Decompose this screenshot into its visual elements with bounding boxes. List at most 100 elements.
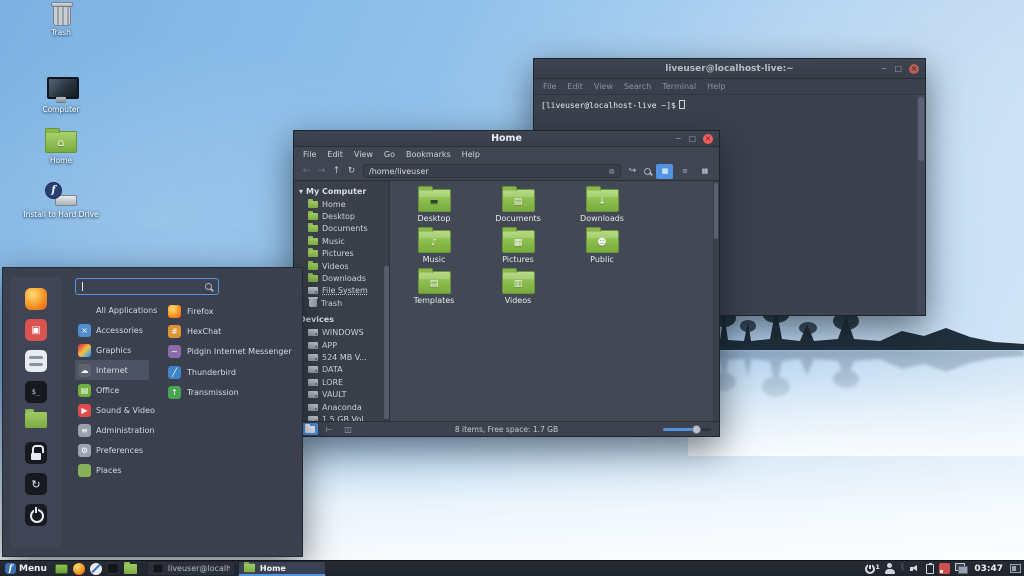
file-view-scrollbar[interactable] [713, 181, 719, 421]
close-button[interactable]: × [703, 133, 713, 144]
launcher-icon[interactable] [123, 561, 137, 574]
menu-item[interactable]: View [594, 82, 613, 91]
favorite-icon[interactable] [25, 409, 47, 428]
taskbar-task[interactable]: Home [237, 561, 326, 576]
launcher-icon[interactable] [54, 563, 68, 574]
side-pane-mode-button[interactable] [302, 423, 318, 435]
category-item[interactable]: × Accessories [75, 320, 149, 340]
menu-search-input[interactable] [75, 278, 219, 295]
terminal-scrollbar[interactable] [917, 95, 925, 315]
sidebar-place-item[interactable]: Downloads [299, 272, 389, 284]
folder-item[interactable]: ☻ Public [560, 227, 644, 271]
sidebar-place-item[interactable]: Music [299, 235, 389, 247]
tray-icon[interactable] [884, 563, 895, 574]
tray-icon[interactable] [939, 563, 951, 574]
close-button[interactable]: × [909, 63, 919, 74]
application-item[interactable]: Firefox [168, 301, 300, 321]
file-manager-titlebar[interactable]: Home − □ × [294, 131, 719, 147]
desktop-icon[interactable]: f Install to Hard Drive [19, 182, 103, 219]
sidebar-device-item[interactable]: Anaconda [299, 401, 389, 413]
menu-item[interactable]: File [303, 150, 316, 159]
sidebar-place-item[interactable]: File System [299, 285, 389, 297]
view-toggle-button[interactable]: ▦ [656, 163, 673, 179]
category-item[interactable]: ≡ Administration [75, 420, 155, 440]
menu-item[interactable]: Help [707, 82, 725, 91]
terminal-titlebar[interactable]: liveuser@localhost-live:~ − □ × [534, 59, 925, 79]
tray-icon[interactable]: ᛒ [900, 563, 905, 574]
tray-icon[interactable] [926, 562, 935, 574]
launcher-icon[interactable] [89, 562, 102, 575]
folder-item[interactable]: ♪ Music [392, 227, 476, 271]
folder-item[interactable]: ▤ Documents [476, 186, 560, 230]
sidebar-device-item[interactable]: LORE [299, 376, 389, 388]
nav-button[interactable]: ↻ [345, 166, 358, 176]
menu-item[interactable]: File [543, 82, 556, 91]
maximize-button[interactable]: □ [688, 134, 696, 143]
application-item[interactable]: ~ Pidgin Internet Messenger [168, 342, 300, 362]
tray-icon[interactable] [910, 563, 921, 574]
application-item[interactable]: ╱ Thunderbird [168, 362, 300, 382]
folder-item[interactable]: ▬ Desktop [392, 186, 476, 230]
application-item[interactable]: ↑ Transmission [168, 382, 300, 402]
maximize-button[interactable]: □ [894, 64, 902, 73]
favorite-icon[interactable] [25, 288, 47, 310]
favorite-icon[interactable]: ↻ [25, 473, 47, 495]
favorite-icon[interactable]: $_ [25, 381, 47, 403]
menu-button[interactable]: f Menu [3, 562, 49, 576]
favorite-icon[interactable] [25, 350, 47, 372]
category-item[interactable]: ☁ Internet [75, 360, 149, 380]
sidebar-place-item[interactable]: Documents [299, 223, 389, 235]
pager-icon[interactable] [1010, 564, 1021, 573]
side-pane-mode-button[interactable]: ◫ [340, 423, 356, 435]
path-bar[interactable]: /home/liveuser ⊗ [363, 164, 621, 178]
menu-item[interactable]: Go [384, 150, 395, 159]
folder-item[interactable]: ↓ Downloads [560, 186, 644, 230]
file-view[interactable]: ▬ Desktop ▤ Documents ↓ Downloads ♪ Musi… [390, 181, 719, 421]
folder-item[interactable]: ▦ Pictures [476, 227, 560, 271]
minimize-button[interactable]: − [881, 64, 888, 73]
sidebar-device-item[interactable]: 1.5 GB Vol... [299, 413, 389, 421]
sidebar-device-item[interactable]: VAULT [299, 388, 389, 400]
new-tab-icon[interactable]: ↪ [626, 166, 639, 176]
zoom-slider-thumb[interactable] [692, 424, 701, 434]
sidebar-place-item[interactable]: Pictures [299, 248, 389, 260]
expander-icon[interactable]: ▾ [299, 187, 303, 196]
tray-icon[interactable] [955, 563, 969, 574]
sidebar-scrollbar[interactable] [384, 266, 389, 419]
desktop-icon[interactable]: ⌂ Home [19, 128, 103, 165]
favorite-icon[interactable] [25, 442, 47, 464]
sidebar-root[interactable]: ▾ My Computer [299, 185, 389, 198]
menu-item[interactable]: Search [624, 82, 651, 91]
sidebar-device-item[interactable]: APP [299, 339, 389, 351]
category-item[interactable]: Graphics [75, 340, 149, 360]
minimize-button[interactable]: − [675, 134, 682, 143]
menu-item[interactable]: Bookmarks [406, 150, 451, 159]
menu-item[interactable]: Terminal [662, 82, 696, 91]
sidebar-device-item[interactable]: DATA [299, 364, 389, 376]
taskbar-task[interactable]: liveuser@localh... [146, 561, 235, 576]
sidebar-place-item[interactable]: Desktop [299, 210, 389, 222]
category-item[interactable]: ⚙ Preferences [75, 440, 149, 460]
sidebar-place-item[interactable]: Home [299, 198, 389, 210]
category-item[interactable]: All Applications [75, 300, 157, 320]
menu-item[interactable]: View [354, 150, 373, 159]
nav-button[interactable]: ← [300, 166, 313, 176]
category-item[interactable]: Places [75, 460, 149, 480]
search-icon[interactable] [644, 167, 651, 175]
desktop-icon[interactable]: Computer [19, 77, 103, 114]
folder-item[interactable]: ▥ Videos [476, 268, 560, 312]
category-item[interactable]: ▤ Office [75, 380, 149, 400]
sidebar-device-item[interactable]: 524 MB V... [299, 351, 389, 363]
view-toggle-button[interactable]: ≡ [676, 164, 693, 179]
clock[interactable]: 03:47 [972, 564, 1005, 574]
tray-icon[interactable]: 1 [865, 563, 880, 574]
clear-path-icon[interactable]: ⊗ [608, 167, 615, 176]
menu-item[interactable]: Edit [567, 82, 583, 91]
view-toggle-button[interactable]: ▮▮ [696, 164, 713, 179]
favorite-icon[interactable]: ▣ [25, 319, 47, 341]
favorite-icon[interactable] [25, 504, 47, 526]
zoom-slider[interactable] [663, 424, 711, 434]
nav-button[interactable]: ↑ [330, 166, 343, 176]
menu-item[interactable]: Edit [327, 150, 343, 159]
side-pane-mode-button[interactable]: ⊢ [321, 423, 337, 435]
